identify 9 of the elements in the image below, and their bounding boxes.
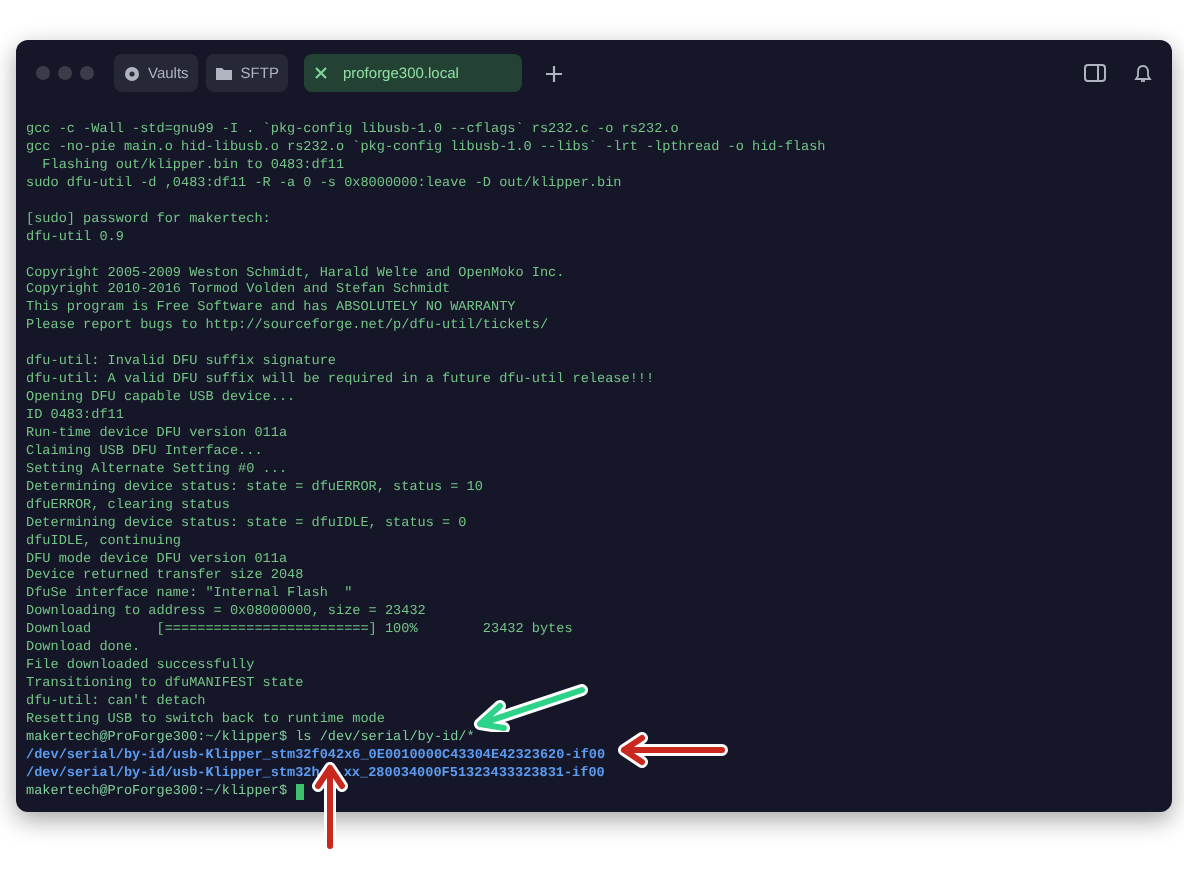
annotation-arrow bbox=[616, 732, 728, 768]
folder-icon bbox=[216, 66, 233, 80]
new-tab-icon[interactable] bbox=[546, 65, 563, 81]
terminal-cursor bbox=[295, 784, 304, 801]
annotation-arrow bbox=[468, 684, 588, 732]
bell-icon[interactable] bbox=[1134, 63, 1152, 83]
close-icon[interactable] bbox=[314, 66, 329, 80]
vault-icon bbox=[124, 65, 140, 81]
sidebar-toggle-icon[interactable] bbox=[1084, 64, 1106, 82]
